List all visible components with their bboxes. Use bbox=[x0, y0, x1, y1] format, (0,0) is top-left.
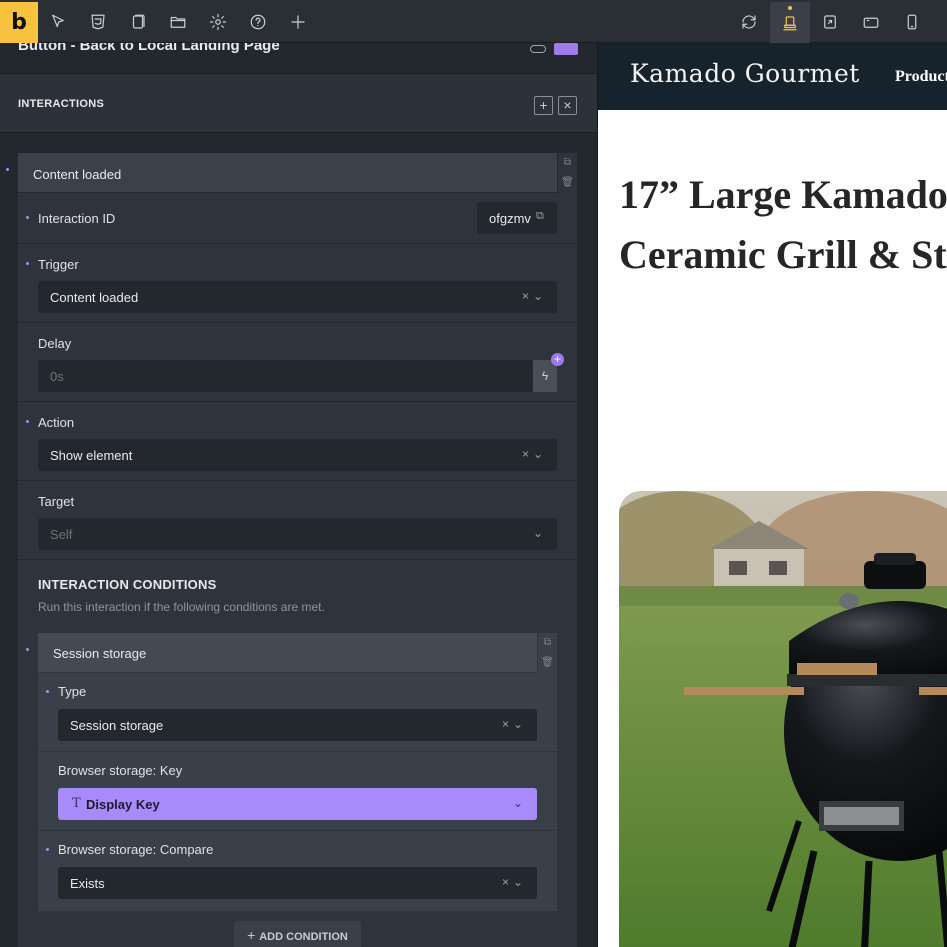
conditions-title: INTERACTION CONDITIONS bbox=[38, 577, 217, 592]
row-indicator-dot bbox=[26, 420, 29, 423]
pages-icon[interactable] bbox=[127, 11, 149, 33]
element-title: Button - Back to Local Landing Page bbox=[18, 43, 280, 54]
close-section-button[interactable]: × bbox=[558, 96, 577, 115]
target-placeholder: Self bbox=[50, 527, 73, 542]
trigger-label: Trigger bbox=[38, 257, 79, 272]
delay-label: Delay bbox=[38, 336, 72, 351]
condition-card-header[interactable]: Session storage ⧉ 🗑 bbox=[38, 633, 557, 673]
delete-icon[interactable]: 🗑 bbox=[558, 173, 577, 193]
folder-icon[interactable] bbox=[167, 11, 189, 33]
action-value: Show element bbox=[50, 448, 133, 463]
storage-key-row: Browser storage: Key T Display Key ⌄ bbox=[38, 752, 557, 831]
storage-compare-label: Browser storage: Compare bbox=[58, 842, 214, 857]
interaction-id-label: Interaction ID bbox=[38, 211, 116, 226]
desktop-breakpoint-icon[interactable] bbox=[779, 12, 801, 34]
action-label: Action bbox=[38, 415, 75, 430]
refresh-icon[interactable] bbox=[738, 11, 760, 33]
duplicate-icon[interactable]: ⧉ bbox=[538, 633, 557, 653]
help-icon[interactable] bbox=[247, 11, 269, 33]
interaction-card-title: Content loaded bbox=[33, 167, 122, 182]
product-photo bbox=[619, 491, 947, 947]
kamado-grill-image bbox=[619, 491, 947, 947]
interaction-id-field[interactable]: ofgzmv ⧉ bbox=[477, 202, 557, 234]
interaction-conditions-section: INTERACTION CONDITIONS Run this interact… bbox=[18, 560, 577, 947]
condition-type-value: Session storage bbox=[70, 718, 164, 733]
storage-compare-value: Exists bbox=[70, 876, 105, 891]
condition-type-label: Type bbox=[58, 684, 87, 699]
row-indicator-dot bbox=[26, 262, 29, 265]
target-select[interactable]: Self ⌄ bbox=[38, 518, 557, 550]
row-indicator-dot bbox=[26, 216, 29, 219]
interaction-card: Content loaded ⧉ 🗑 Interaction ID ofgzmv… bbox=[18, 153, 577, 947]
interaction-id-value: ofgzmv bbox=[489, 211, 531, 226]
interactions-section-header[interactable]: INTERACTIONS + × bbox=[0, 73, 597, 133]
row-indicator-dot bbox=[46, 848, 49, 851]
active-breakpoint-dot bbox=[788, 6, 792, 10]
conditions-description: Run this interaction if the following co… bbox=[38, 600, 325, 614]
element-settings-panel: Button - Back to Local Landing Page INTE… bbox=[0, 43, 597, 947]
headline-line-2: Ceramic Grill & Stand bbox=[619, 232, 947, 277]
add-condition-label: ADD CONDITION bbox=[259, 931, 348, 943]
condition-actions: ⧉ 🗑 bbox=[537, 633, 557, 673]
headline-line-1: 17” Large Kamado bbox=[619, 172, 947, 217]
style-mode-icon[interactable] bbox=[554, 43, 578, 55]
canvas-preview: Kamado Gourmet Products 17” Large Kamado… bbox=[597, 43, 947, 947]
chevron-down-icon[interactable]: ⌄ bbox=[533, 526, 547, 540]
clear-chevron-icon[interactable]: ×⌄ bbox=[522, 289, 547, 303]
builder-logo[interactable]: b bbox=[0, 2, 38, 43]
clear-chevron-icon[interactable]: ×⌄ bbox=[502, 717, 527, 731]
text-type-icon: T bbox=[72, 796, 81, 811]
storage-key-label: Browser storage: Key bbox=[58, 763, 183, 778]
add-plus-icon[interactable]: + bbox=[551, 353, 564, 366]
title-actions bbox=[530, 43, 578, 55]
settings-icon[interactable] bbox=[207, 11, 229, 33]
delay-input[interactable]: 0s bbox=[38, 360, 533, 392]
copy-icon[interactable]: ⧉ bbox=[536, 210, 544, 223]
toggle-icon[interactable] bbox=[530, 45, 546, 53]
tablet-landscape-icon[interactable] bbox=[860, 11, 882, 33]
condition-indicator-dot bbox=[26, 648, 29, 651]
delay-row: Delay 0s ϟ + bbox=[18, 323, 577, 402]
add-interaction-button[interactable]: + bbox=[534, 96, 553, 115]
css3-icon[interactable] bbox=[87, 11, 109, 33]
storage-compare-row: Browser storage: Compare Exists ×⌄ bbox=[38, 831, 557, 911]
duplicate-icon[interactable]: ⧉ bbox=[558, 153, 577, 173]
clear-chevron-icon[interactable]: ×⌄ bbox=[502, 875, 527, 889]
nav-item-products[interactable]: Products bbox=[895, 68, 947, 86]
laptop-breakpoint-icon[interactable] bbox=[819, 11, 841, 33]
trigger-select[interactable]: Content loaded ×⌄ bbox=[38, 281, 557, 313]
top-toolbar: b bbox=[0, 0, 947, 43]
delay-placeholder: 0s bbox=[50, 369, 64, 384]
condition-type-row: Type Session storage ×⌄ bbox=[38, 673, 557, 752]
chevron-down-icon[interactable]: ⌄ bbox=[513, 796, 527, 810]
target-label: Target bbox=[38, 494, 75, 509]
trigger-value: Content loaded bbox=[50, 290, 139, 305]
modified-indicator-dot bbox=[6, 168, 9, 171]
target-row: Target Self ⌄ bbox=[18, 481, 577, 560]
card-actions: ⧉ 🗑 bbox=[557, 153, 577, 193]
pointer-icon[interactable] bbox=[47, 11, 69, 33]
interaction-id-row: Interaction ID ofgzmv ⧉ bbox=[18, 193, 577, 244]
delete-icon[interactable]: 🗑 bbox=[538, 653, 557, 673]
storage-compare-select[interactable]: Exists ×⌄ bbox=[58, 867, 537, 899]
plus-icon: + bbox=[247, 927, 260, 943]
condition-card-title: Session storage bbox=[53, 646, 147, 661]
storage-key-value: Display Key bbox=[86, 797, 160, 812]
condition-type-select[interactable]: Session storage ×⌄ bbox=[58, 709, 537, 741]
trigger-row: Trigger Content loaded ×⌄ bbox=[18, 244, 577, 323]
action-row: Action Show element ×⌄ bbox=[18, 402, 577, 481]
site-brand-logo[interactable]: Kamado Gourmet bbox=[630, 59, 860, 88]
interaction-card-header[interactable]: Content loaded ⧉ 🗑 bbox=[18, 153, 577, 193]
clear-chevron-icon[interactable]: ×⌄ bbox=[522, 447, 547, 461]
mobile-portrait-icon[interactable] bbox=[901, 11, 923, 33]
row-indicator-dot bbox=[46, 690, 49, 693]
add-condition-button[interactable]: + ADD CONDITION bbox=[234, 921, 361, 947]
site-header: Kamado Gourmet Products bbox=[598, 43, 947, 110]
product-headline: 17” Large Kamado Ceramic Grill & Stand bbox=[619, 165, 947, 285]
action-select[interactable]: Show element ×⌄ bbox=[38, 439, 557, 471]
interactions-label: INTERACTIONS bbox=[18, 98, 105, 110]
storage-key-select[interactable]: T Display Key ⌄ bbox=[58, 788, 537, 820]
condition-card: Session storage ⧉ 🗑 Type Session storage… bbox=[38, 633, 557, 911]
add-icon[interactable] bbox=[287, 11, 309, 33]
